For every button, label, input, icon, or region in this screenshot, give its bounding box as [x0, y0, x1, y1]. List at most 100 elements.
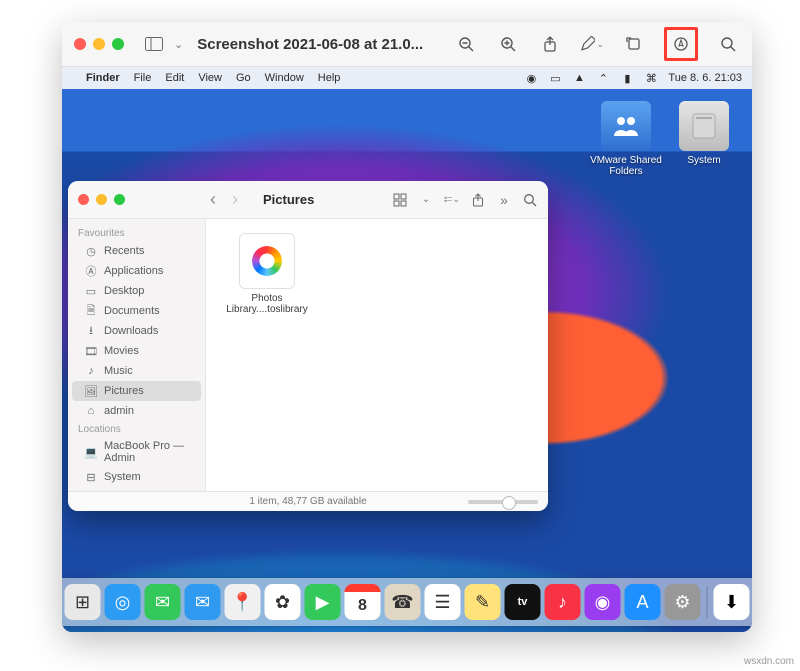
- dock-item-calendar[interactable]: 8: [345, 584, 381, 620]
- dock-item-contacts[interactable]: ☎: [385, 584, 421, 620]
- zoom-out-icon[interactable]: [454, 32, 478, 56]
- menu-file[interactable]: File: [134, 72, 152, 84]
- control-center-icon[interactable]: ⌘: [644, 71, 658, 85]
- sidebar-item-pictures[interactable]: 🖼Pictures: [72, 381, 201, 401]
- screenshot-content: Finder File Edit View Go Window Help ◉ ▭…: [62, 67, 752, 632]
- documents-icon: 🗎: [84, 304, 98, 318]
- preview-window: ⌄ Screenshot 2021-06-08 at 21.0... ⌄ Fin…: [62, 22, 752, 632]
- menu-view[interactable]: View: [198, 72, 222, 84]
- desktop-icon-shared-folders[interactable]: VMware Shared Folders: [590, 101, 662, 177]
- preview-title: Screenshot 2021-06-08 at 21.0...: [197, 36, 423, 53]
- sidebar-item-label: Recents: [104, 245, 144, 257]
- record-icon[interactable]: ◉: [524, 71, 538, 85]
- dock-item-tv[interactable]: tv: [505, 584, 541, 620]
- menu-edit[interactable]: Edit: [165, 72, 184, 84]
- sidebar-section-favourites: Favourites: [68, 225, 205, 241]
- sidebar-chevron-icon[interactable]: ⌄: [174, 38, 183, 51]
- finder-window: ‹ › Pictures ⌄ ⌄ » Favourites ◷ Recents: [68, 181, 548, 511]
- downloads-icon: ⭳: [84, 324, 98, 338]
- dock-item-photos[interactable]: ✿: [265, 584, 301, 620]
- chevron-down-icon[interactable]: ⌄: [418, 192, 434, 208]
- menubar-clock[interactable]: Tue 8. 6. 21:03: [668, 72, 742, 84]
- desktop-icon-label: VMware Shared Folders: [590, 155, 662, 177]
- markup-highlight-box: [664, 27, 698, 61]
- dock-item-messages[interactable]: ✉: [145, 584, 181, 620]
- movies-icon: 🎞: [84, 344, 98, 358]
- sidebar-item-label: admin: [104, 405, 134, 417]
- menubar-app-name[interactable]: Finder: [86, 72, 120, 84]
- search-icon[interactable]: [522, 192, 538, 208]
- sidebar-item-music[interactable]: ♪Music: [72, 361, 201, 381]
- airplay-icon[interactable]: ▲: [572, 71, 586, 85]
- zoom-slider[interactable]: [468, 500, 538, 504]
- dock-item-safari[interactable]: ◎: [105, 584, 141, 620]
- sidebar-item-system-disk[interactable]: ⊟System: [72, 467, 201, 487]
- group-icon[interactable]: ⌄: [444, 192, 460, 208]
- sidebar-item-documents[interactable]: 🗎Documents: [72, 301, 201, 321]
- dock-item-facetime[interactable]: ▶: [305, 584, 341, 620]
- dock-item-downloads-stack[interactable]: ⬇: [714, 584, 750, 620]
- minimize-button[interactable]: [96, 194, 107, 205]
- dock: ☺⊞◎✉✉📍✿▶8☎☰✎tv♪◉A⚙⬇🗑: [62, 578, 752, 626]
- sidebar-item-desktop[interactable]: ▭Desktop: [72, 281, 201, 301]
- apps-icon: Ⓐ: [84, 264, 98, 278]
- dock-item-notes[interactable]: ✎: [465, 584, 501, 620]
- sidebar-item-applications[interactable]: Ⓐ Applications: [72, 261, 201, 281]
- menubar: Finder File Edit View Go Window Help ◉ ▭…: [62, 67, 752, 89]
- dock-item-reminders[interactable]: ☰: [425, 584, 461, 620]
- photos-library-icon: [239, 233, 295, 289]
- music-icon: ♪: [84, 364, 98, 378]
- more-icon[interactable]: »: [496, 192, 512, 208]
- laptop-icon: 💻: [84, 445, 98, 459]
- disk-icon: ⊟: [84, 470, 98, 484]
- share-icon[interactable]: [470, 192, 486, 208]
- forward-button[interactable]: ›: [227, 192, 243, 208]
- file-item-label: Photos Library....toslibrary: [222, 293, 312, 315]
- dock-item-preferences[interactable]: ⚙: [665, 584, 701, 620]
- markup-pen-icon[interactable]: ⌄: [580, 32, 604, 56]
- clock-icon: ◷: [84, 244, 98, 258]
- wifi-icon[interactable]: ⌃: [596, 71, 610, 85]
- fullscreen-button[interactable]: [114, 194, 125, 205]
- dock-item-launchpad[interactable]: ⊞: [65, 584, 101, 620]
- close-button[interactable]: [74, 38, 86, 50]
- menu-help[interactable]: Help: [318, 72, 341, 84]
- sidebar-item-label: Applications: [104, 265, 163, 277]
- sidebar-item-macbook[interactable]: 💻MacBook Pro — Admin: [72, 437, 201, 467]
- share-icon[interactable]: [538, 32, 562, 56]
- finder-status-text: 1 item, 48,77 GB available: [249, 496, 366, 507]
- sidebar-item-admin[interactable]: ⌂admin: [72, 401, 201, 421]
- dock-separator: [707, 586, 708, 618]
- menu-go[interactable]: Go: [236, 72, 251, 84]
- battery-icon[interactable]: ▮: [620, 71, 634, 85]
- markup-icon[interactable]: [669, 32, 693, 56]
- file-item-photos-library[interactable]: Photos Library....toslibrary: [222, 233, 312, 315]
- finder-content: Photos Library....toslibrary: [206, 219, 548, 491]
- sidebar-item-downloads[interactable]: ⭳ Downloads: [72, 321, 201, 341]
- sidebar-toggle-icon[interactable]: [142, 32, 166, 56]
- fullscreen-button[interactable]: [112, 38, 124, 50]
- desktop-icon: ▭: [84, 284, 98, 298]
- finder-statusbar: 1 item, 48,77 GB available: [68, 491, 548, 511]
- sidebar-item-recents[interactable]: ◷ Recents: [72, 241, 201, 261]
- zoom-in-icon[interactable]: [496, 32, 520, 56]
- menu-window[interactable]: Window: [265, 72, 304, 84]
- dock-item-podcasts[interactable]: ◉: [585, 584, 621, 620]
- minimize-button[interactable]: [93, 38, 105, 50]
- close-button[interactable]: [78, 194, 89, 205]
- sidebar-item-label: Downloads: [104, 325, 158, 337]
- grid-view-icon[interactable]: [392, 192, 408, 208]
- rotate-icon[interactable]: [622, 32, 646, 56]
- sidebar-item-label: Movies: [104, 345, 139, 357]
- dock-item-appstore[interactable]: A: [625, 584, 661, 620]
- finder-titlebar: ‹ › Pictures ⌄ ⌄ »: [68, 181, 548, 219]
- dock-item-maps[interactable]: 📍: [225, 584, 261, 620]
- search-icon[interactable]: [716, 32, 740, 56]
- dock-item-music[interactable]: ♪: [545, 584, 581, 620]
- desktop-icon-label: System: [668, 155, 740, 166]
- display-icon[interactable]: ▭: [548, 71, 562, 85]
- sidebar-item-movies[interactable]: 🎞 Movies: [72, 341, 201, 361]
- dock-item-mail[interactable]: ✉: [185, 584, 221, 620]
- desktop-icon-system[interactable]: System: [668, 101, 740, 166]
- back-button[interactable]: ‹: [205, 192, 221, 208]
